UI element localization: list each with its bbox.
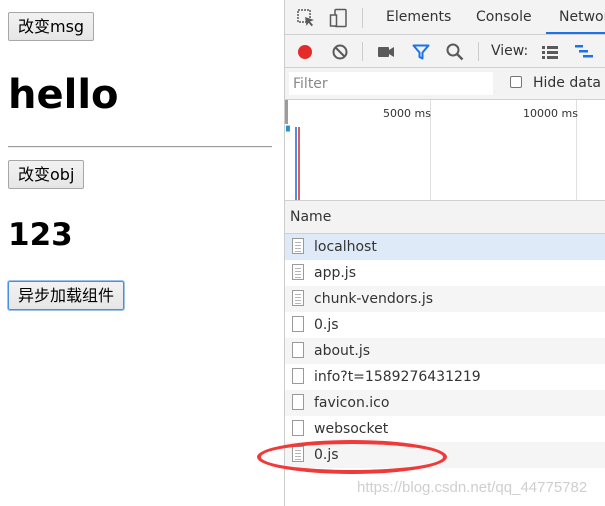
request-row-0-js-async[interactable]: 0.js: [285, 442, 605, 468]
request-row-favicon[interactable]: favicon.ico: [285, 390, 605, 416]
tab-elements[interactable]: Elements: [386, 0, 451, 34]
toolbar-separator: [362, 42, 363, 61]
request-row-localhost[interactable]: localhost: [285, 234, 605, 260]
request-name: 0.js: [314, 317, 339, 333]
blank-file-icon: [292, 342, 304, 358]
request-name: about.js: [314, 343, 371, 359]
overview-tick-label: 10000 ms: [523, 107, 578, 120]
request-row-0-js[interactable]: 0.js: [285, 312, 605, 338]
overview-event-marker: ▘: [286, 127, 294, 138]
tab-console[interactable]: Console: [476, 0, 532, 34]
network-toolbar: View:: [285, 35, 605, 68]
screen: 改变msg hello 改变obj 123 异步加载组件 Elements Co…: [0, 0, 605, 506]
request-list: localhost app.js chunk-vendors.js 0.js a…: [285, 234, 605, 468]
value-heading: 123: [8, 217, 73, 253]
screenshot-icon[interactable]: [376, 42, 396, 62]
overview-dom-content-loaded-line: [295, 127, 297, 200]
watermark-text: https://blog.csdn.net/qq_44775782: [357, 479, 588, 496]
list-view-icon[interactable]: [540, 42, 560, 62]
search-icon[interactable]: [445, 42, 465, 62]
request-row-chunk-vendors-js[interactable]: chunk-vendors.js: [285, 286, 605, 312]
script-icon: [292, 264, 304, 280]
divider: [8, 146, 272, 148]
devtools-tabbar: Elements Console Networ: [285, 0, 605, 35]
filter-bar: Hide data U: [285, 68, 605, 100]
filter-input[interactable]: [289, 72, 493, 95]
devtools-panel: Elements Console Networ View: Filter Hid…: [284, 0, 605, 506]
filter-icon[interactable]: [411, 42, 431, 62]
async-load-component-button[interactable]: 异步加载组件: [8, 281, 125, 310]
blank-file-icon: [292, 368, 304, 384]
hide-data-urls-checkbox[interactable]: [510, 76, 522, 88]
toolbar-separator: [478, 42, 479, 61]
request-name: websocket: [314, 421, 389, 437]
overview-load-line: [298, 127, 300, 200]
change-obj-button[interactable]: 改变obj: [8, 160, 85, 189]
blank-file-icon: [292, 316, 304, 332]
hello-heading: hello: [8, 72, 119, 118]
request-row-websocket[interactable]: websocket: [285, 416, 605, 442]
script-icon: [292, 290, 304, 306]
blank-file-icon: [292, 394, 304, 410]
app-pane: 改变msg hello 改变obj 123 异步加载组件: [0, 0, 284, 506]
script-icon: [292, 446, 304, 462]
record-icon[interactable]: [295, 42, 315, 62]
view-label: View:: [491, 43, 529, 59]
network-overview-timeline: 5000 ms 10000 ms ▘: [285, 100, 605, 201]
hide-data-urls-label: Hide data U: [533, 75, 605, 91]
waterfall-view-icon[interactable]: [574, 42, 594, 62]
blank-file-icon: [292, 420, 304, 436]
request-name: app.js: [314, 265, 356, 281]
overview-tick-label: 5000 ms: [383, 107, 431, 120]
request-name: localhost: [314, 239, 377, 255]
request-row-about-js[interactable]: about.js: [285, 338, 605, 364]
tab-separator: [362, 8, 363, 28]
clear-icon[interactable]: [330, 42, 350, 62]
request-name: 0.js: [314, 447, 339, 463]
device-toolbar-icon[interactable]: [329, 8, 349, 28]
name-column-header[interactable]: Name: [285, 201, 605, 234]
inspect-element-icon[interactable]: [296, 8, 316, 28]
overview-start-marker: [285, 100, 288, 124]
change-msg-button[interactable]: 改变msg: [8, 12, 95, 41]
tab-network[interactable]: Networ: [546, 0, 605, 34]
document-icon: [292, 238, 304, 254]
request-name: info?t=1589276431219: [314, 369, 481, 385]
request-row-info[interactable]: info?t=1589276431219: [285, 364, 605, 390]
request-name: favicon.ico: [314, 395, 390, 411]
request-name: chunk-vendors.js: [314, 291, 434, 307]
request-row-app-js[interactable]: app.js: [285, 260, 605, 286]
